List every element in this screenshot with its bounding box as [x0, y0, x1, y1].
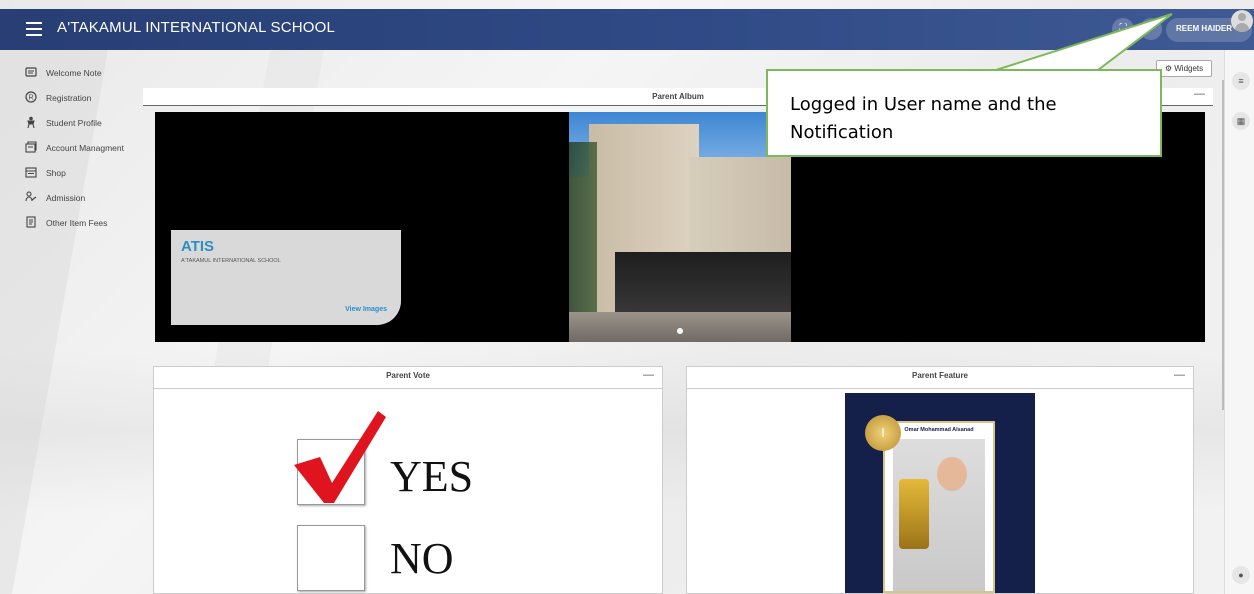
annotation-callout: Logged in User name and the Notification	[766, 69, 1162, 157]
callout-text: Logged in User name and the Notification	[790, 94, 1057, 143]
